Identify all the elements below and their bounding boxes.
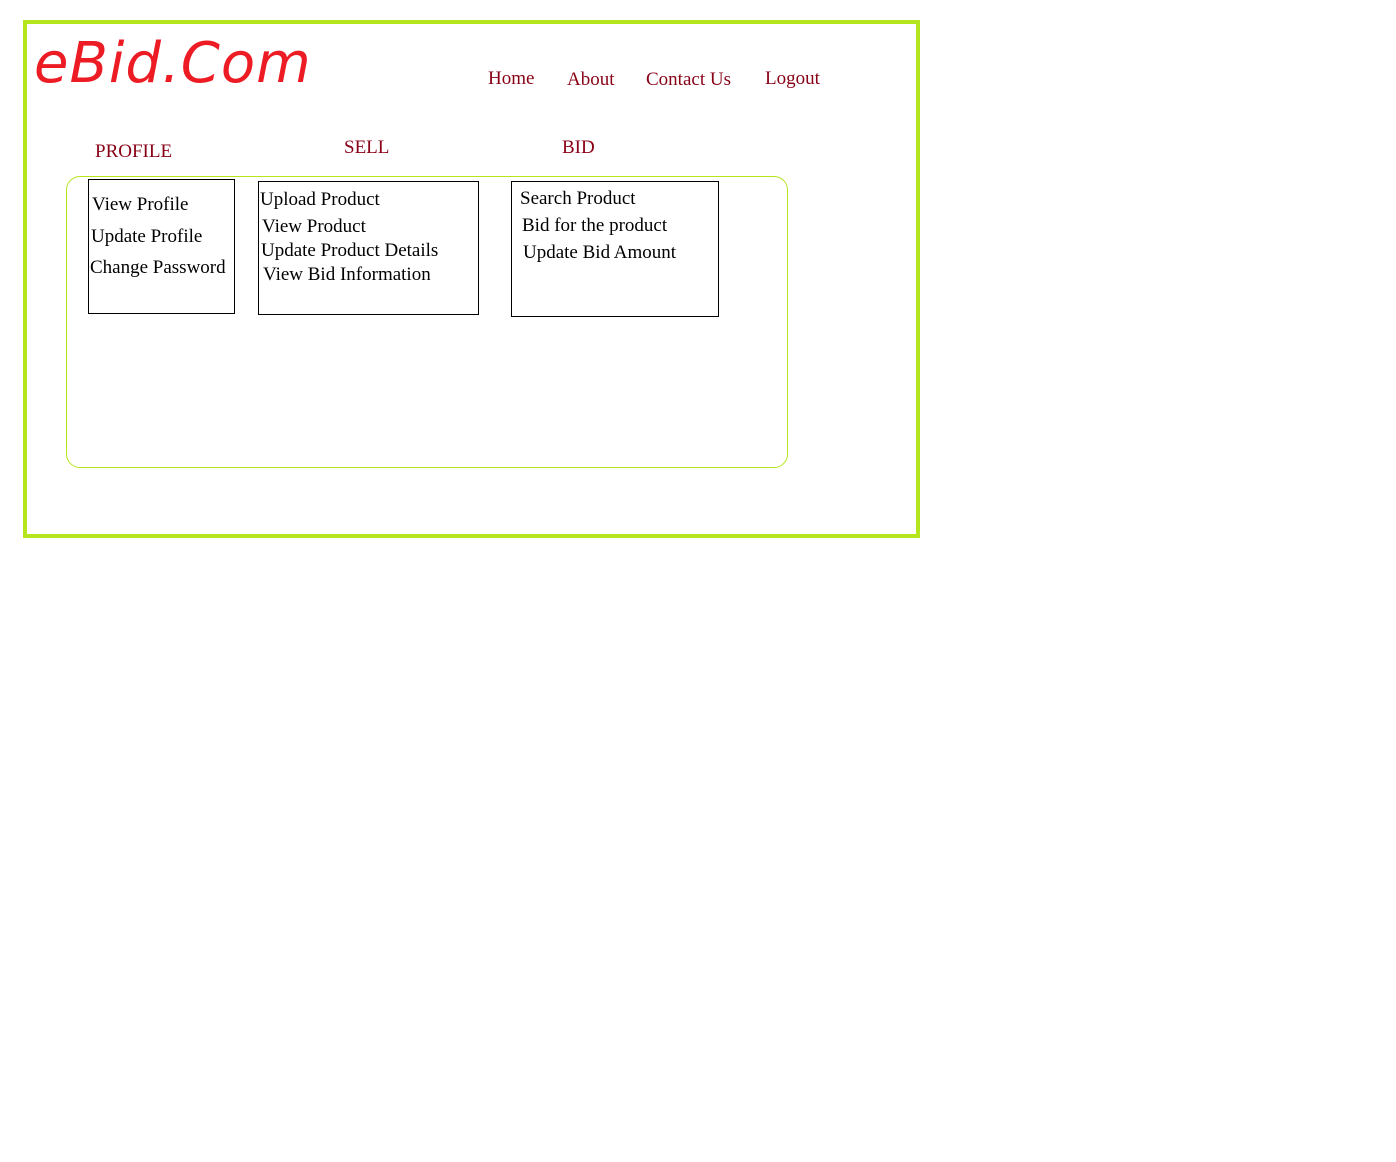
- view-bid-information-link[interactable]: View Bid Information: [263, 264, 431, 286]
- nav-about-link[interactable]: About: [567, 69, 615, 91]
- nav-logout-link[interactable]: Logout: [765, 68, 820, 90]
- update-profile-link[interactable]: Update Profile: [91, 226, 202, 248]
- update-bid-amount-link[interactable]: Update Bid Amount: [523, 242, 676, 264]
- profile-section-title: PROFILE: [95, 141, 173, 162]
- bid-for-product-link[interactable]: Bid for the product: [522, 215, 667, 237]
- bid-section-title: BID: [562, 137, 595, 158]
- nav-home-link[interactable]: Home: [488, 68, 534, 90]
- search-product-link[interactable]: Search Product: [520, 188, 636, 210]
- change-password-link[interactable]: Change Password: [90, 257, 226, 279]
- upload-product-link[interactable]: Upload Product: [260, 189, 380, 211]
- update-product-details-link[interactable]: Update Product Details: [261, 240, 438, 262]
- site-logo[interactable]: eBid.Com: [34, 36, 312, 92]
- sell-section-title: SELL: [344, 137, 390, 158]
- view-product-link[interactable]: View Product: [262, 216, 366, 238]
- nav-contact-link[interactable]: Contact Us: [646, 69, 731, 91]
- view-profile-link[interactable]: View Profile: [92, 194, 188, 216]
